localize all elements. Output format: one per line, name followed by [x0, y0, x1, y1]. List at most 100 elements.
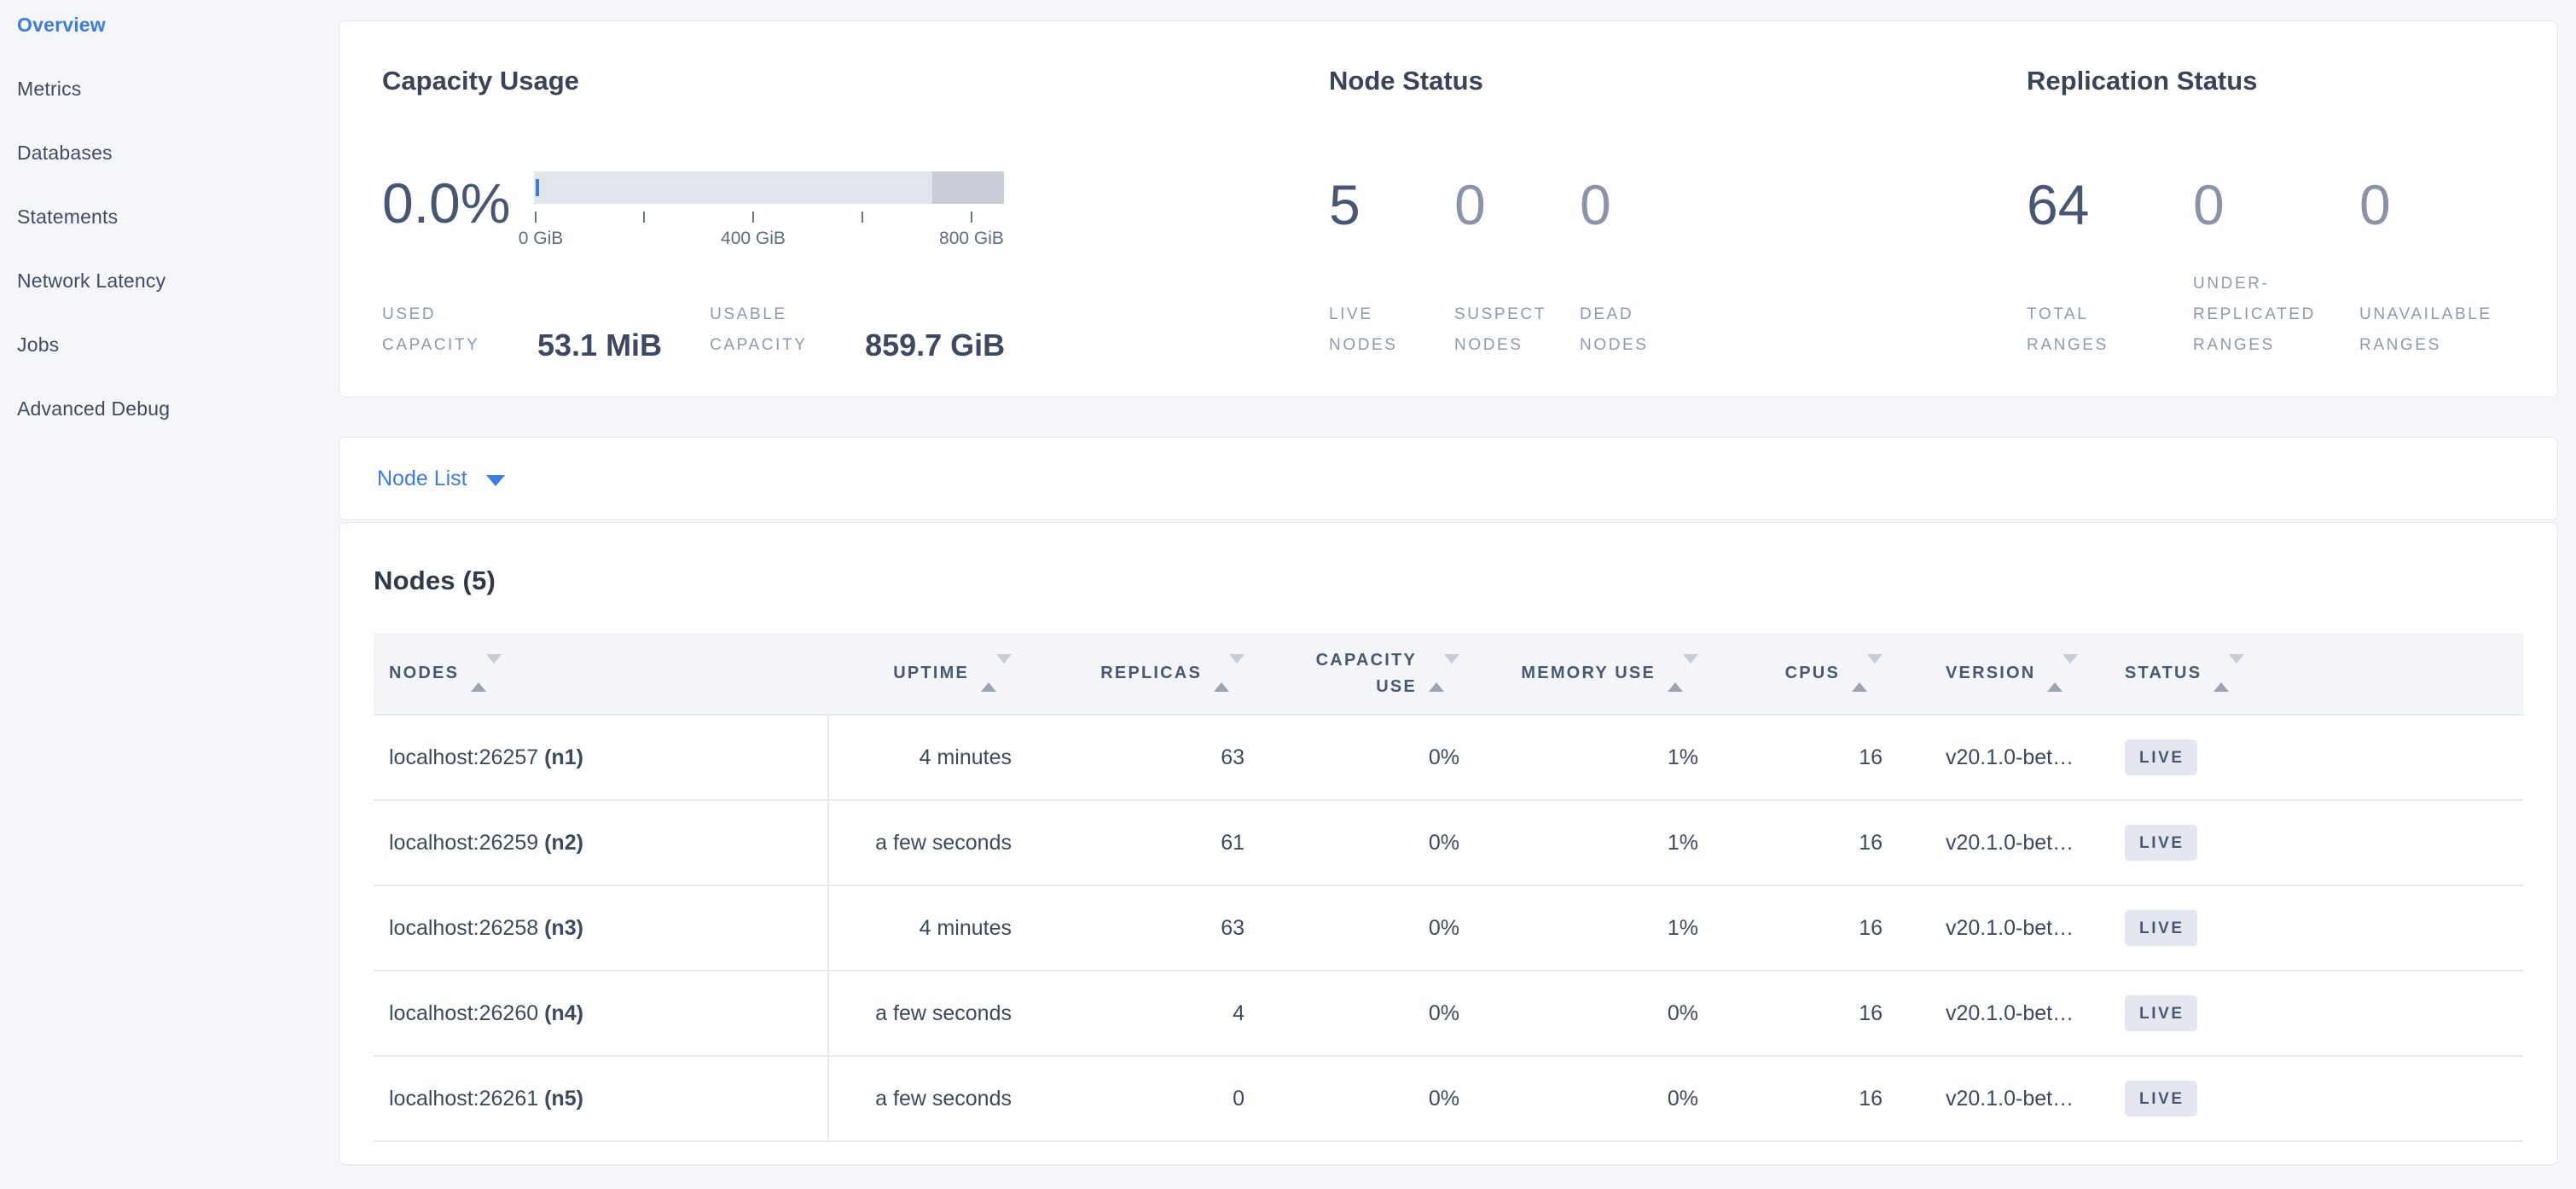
- column-header-label: NODES: [389, 664, 459, 683]
- node-address[interactable]: localhost:26257: [389, 745, 538, 769]
- sort-icon: [2213, 664, 2244, 683]
- node-status-title: Node Status: [1329, 66, 1483, 96]
- dead-nodes-label: DEAD NODES: [1580, 299, 1705, 361]
- sidebar-item-network-latency[interactable]: Network Latency: [17, 270, 339, 334]
- sort-icon: [981, 664, 1012, 683]
- capacity-bar: [534, 171, 1004, 204]
- live-nodes-value: 5: [1329, 177, 1454, 233]
- column-header-capacity-use[interactable]: CAPACITY USE: [1244, 633, 1459, 715]
- status-badge: LIVE: [2125, 1081, 2197, 1116]
- capacity-bar-chart: 0 GiB 400 GiB 800 GiB: [534, 171, 1004, 251]
- column-header-label: MEMORY USE: [1521, 664, 1656, 683]
- node-list-dropdown-label: Node List: [377, 467, 467, 491]
- sidebar-item-jobs[interactable]: Jobs: [17, 334, 339, 397]
- column-header-nodes[interactable]: NODES: [374, 633, 828, 715]
- column-header-label: VERSION: [1946, 664, 2035, 683]
- replicas-cell: 61: [1012, 800, 1244, 885]
- column-header-cpus[interactable]: CPUS: [1698, 633, 1883, 715]
- replication-status-values: 64 0 0: [2027, 177, 2526, 233]
- version-cell: v20.1.0-bet…: [1883, 715, 2125, 800]
- cpus-cell: 16: [1698, 971, 1883, 1056]
- column-header-status[interactable]: STATUS: [2125, 633, 2523, 715]
- cluster-summary-card: Capacity Usage Node Status Replication S…: [339, 20, 2558, 397]
- nodes-table: NODES UPTIME REPLICAS CAPACITY USE MEMOR…: [374, 633, 2523, 1142]
- total-ranges-label: TOTAL RANGES: [2027, 299, 2193, 361]
- capacity-stats: USED CAPACITY 53.1 MiB USABLE CAPACITY 8…: [382, 299, 1005, 361]
- memory-use-cell: 1%: [1459, 715, 1698, 800]
- sidebar-item-overview[interactable]: Overview: [17, 14, 339, 78]
- node-address[interactable]: localhost:26260: [389, 1001, 538, 1025]
- node-address[interactable]: localhost:26261: [389, 1087, 538, 1111]
- node-list-dropdown[interactable]: Node List: [377, 467, 505, 491]
- used-capacity-marker: [536, 179, 539, 196]
- sidebar-item-advanced-debug[interactable]: Advanced Debug: [17, 397, 339, 461]
- capacity-usage-title: Capacity Usage: [382, 66, 579, 96]
- sort-icon: [1668, 664, 1698, 683]
- capacity-use-cell: 0%: [1244, 885, 1459, 971]
- column-header-memory-use[interactable]: MEMORY USE: [1459, 633, 1698, 715]
- sidebar-item-databases[interactable]: Databases: [17, 142, 339, 206]
- dead-nodes-value: 0: [1580, 177, 1705, 233]
- capacity-use-cell: 0%: [1244, 1056, 1459, 1141]
- unavailable-ranges-label: UNAVAILABLE RANGES: [2359, 299, 2526, 361]
- version-cell: v20.1.0-bet…: [1883, 800, 2125, 885]
- status-badge: LIVE: [2125, 740, 2197, 775]
- sort-icon: [1214, 664, 1244, 683]
- total-ranges-value: 64: [2027, 177, 2193, 233]
- capacity-use-cell: 0%: [1244, 800, 1459, 885]
- status-badge: LIVE: [2125, 825, 2197, 861]
- cpus-cell: 16: [1698, 885, 1883, 971]
- memory-use-cell: 1%: [1459, 800, 1698, 885]
- live-nodes-label: LIVE NODES: [1329, 299, 1454, 361]
- replicas-cell: 4: [1012, 971, 1244, 1056]
- usable-capacity-value: 859.7 GiB: [865, 330, 1005, 361]
- axis-label-400: 400 GiB: [721, 229, 786, 249]
- usable-capacity-label: USABLE CAPACITY: [710, 299, 839, 361]
- node-id: (n2): [544, 831, 583, 855]
- column-header-label: STATUS: [2125, 664, 2202, 683]
- unavailable-ranges-value: 0: [2359, 177, 2526, 233]
- column-header-uptime[interactable]: UPTIME: [828, 633, 1012, 715]
- sidebar-item-metrics[interactable]: Metrics: [17, 78, 339, 142]
- suspect-nodes-value: 0: [1454, 177, 1580, 233]
- uptime-cell: 4 minutes: [828, 885, 1012, 971]
- column-header-version[interactable]: VERSION: [1883, 633, 2125, 715]
- node-id: (n3): [544, 916, 583, 940]
- uptime-cell: 4 minutes: [828, 715, 1012, 800]
- table-row: localhost:26258 (n3) 4 minutes 63 0% 1% …: [374, 885, 2523, 971]
- sort-icon: [471, 664, 502, 683]
- column-header-label: CPUS: [1785, 664, 1840, 683]
- axis-tick: [535, 212, 537, 223]
- axis-tick: [971, 212, 972, 223]
- uptime-cell: a few seconds: [828, 971, 1012, 1056]
- node-address[interactable]: localhost:26259: [389, 831, 538, 855]
- replication-status-labels: TOTAL RANGES UNDER-REPLICATED RANGES UNA…: [2027, 269, 2526, 361]
- version-cell: v20.1.0-bet…: [1883, 1056, 2125, 1141]
- column-header-label: UPTIME: [893, 664, 969, 683]
- sort-icon: [1852, 664, 1883, 683]
- replicas-cell: 0: [1012, 1056, 1244, 1141]
- capacity-use-cell: 0%: [1244, 971, 1459, 1056]
- capacity-use-cell: 0%: [1244, 715, 1459, 800]
- sidebar: Overview Metrics Databases Statements Ne…: [0, 0, 339, 1189]
- column-header-replicas[interactable]: REPLICAS: [1012, 633, 1244, 715]
- axis-label-0: 0 GiB: [519, 229, 564, 249]
- axis-tick: [862, 212, 863, 223]
- node-address[interactable]: localhost:26258: [389, 916, 538, 940]
- capacity-axis-ticks: [534, 212, 1004, 223]
- used-capacity-label: USED CAPACITY: [382, 299, 512, 361]
- table-row: localhost:26257 (n1) 4 minutes 63 0% 1% …: [374, 715, 2523, 800]
- node-status-labels: LIVE NODES SUSPECT NODES DEAD NODES: [1329, 299, 1705, 361]
- replicas-cell: 63: [1012, 715, 1244, 800]
- axis-tick: [752, 212, 754, 223]
- cpus-cell: 16: [1698, 715, 1883, 800]
- sidebar-item-statements[interactable]: Statements: [17, 206, 339, 270]
- node-id: (n4): [544, 1001, 583, 1025]
- column-header-label: REPLICAS: [1100, 664, 1202, 683]
- used-capacity-value: 53.1 MiB: [537, 330, 662, 361]
- memory-use-cell: 0%: [1459, 1056, 1698, 1141]
- capacity-percent: 0.0%: [382, 175, 510, 231]
- view-selector-card: Node List: [339, 437, 2558, 520]
- node-id: (n1): [544, 745, 583, 769]
- replicas-cell: 63: [1012, 885, 1244, 971]
